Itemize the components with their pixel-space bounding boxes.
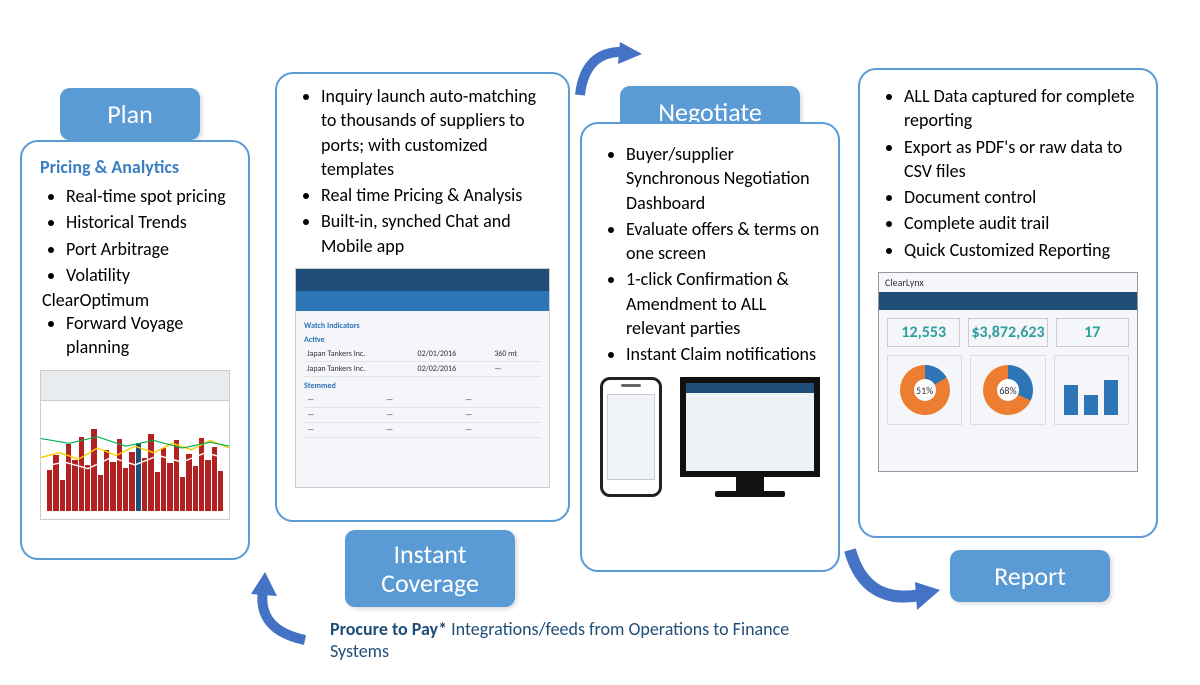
chart-toolbar xyxy=(41,371,229,401)
plan-heading: Pricing & Analytics xyxy=(40,156,230,178)
list-item: Volatility xyxy=(66,263,230,287)
plan-screenshot xyxy=(40,370,230,520)
list-item: Buyer/supplier Synchronous Negotiation D… xyxy=(626,142,820,215)
cell: — xyxy=(304,408,383,423)
cell: — xyxy=(491,362,541,377)
report-screenshot: ClearLynx 12,553 $3,872,623 17 51% 68% xyxy=(878,272,1138,472)
list-item: Port Arbitrage xyxy=(66,237,230,261)
footer-bold: Procure to Pay* xyxy=(330,618,447,640)
instant-screenshot: Watch Indicators Active Japan Tankers In… xyxy=(295,268,550,488)
kpi-row: 12,553 $3,872,623 17 xyxy=(879,310,1137,355)
report-list: ALL Data captured for complete reporting… xyxy=(878,84,1138,262)
active-table: Japan Tankers Inc. 02/01/2016 360 mt Jap… xyxy=(304,347,541,377)
cell: Japan Tankers Inc. xyxy=(304,347,415,362)
cell: — xyxy=(383,408,462,423)
kpi: 17 xyxy=(1056,318,1129,347)
cell: Japan Tankers Inc. xyxy=(304,362,415,377)
phone-screen xyxy=(607,394,655,480)
list-item: Historical Trends xyxy=(66,210,230,234)
app-subnav xyxy=(296,291,549,311)
list-item: Built-in, synched Chat and Mobile app xyxy=(321,209,550,258)
negotiate-devices xyxy=(600,377,820,497)
cell: — xyxy=(304,393,383,408)
report-brand: ClearLynx xyxy=(879,273,1137,292)
plan-card: Pricing & Analytics Real-time spot prici… xyxy=(20,140,250,560)
report-card: ALL Data captured for complete reporting… xyxy=(858,68,1158,538)
monitor-screen xyxy=(686,383,814,471)
cell: 02/01/2016 xyxy=(415,347,492,362)
section-stemmed: Stemmed xyxy=(304,381,541,391)
list-item: ALL Data captured for complete reporting xyxy=(904,84,1138,133)
bars xyxy=(1064,365,1118,415)
plan-clearoptimum: ClearOptimum xyxy=(42,289,230,311)
list-item: Document control xyxy=(904,185,1138,209)
instant-list: Inquiry launch auto-matching to thousand… xyxy=(295,84,550,258)
plan-list: Real-time spot pricing Historical Trends… xyxy=(40,184,230,287)
table-row: ——— xyxy=(304,423,541,438)
list-item: 1-click Confirmation & Amendment to ALL … xyxy=(626,267,820,340)
kpi: $3,872,623 xyxy=(968,318,1047,347)
list-item: Real-time spot pricing xyxy=(66,184,230,208)
stage-report-label: Report xyxy=(950,550,1110,602)
arrow-negotiate-to-report xyxy=(835,540,945,620)
list-item: Quick Customized Reporting xyxy=(904,238,1138,262)
donut-chart: 68% xyxy=(970,355,1045,425)
plan-list2: Forward Voyage planning xyxy=(40,311,230,360)
footer-text: Procure to Pay* Integrations/feeds from … xyxy=(330,618,810,662)
list-item: Export as PDF's or raw data to CSV files xyxy=(904,135,1138,184)
app-navbar xyxy=(296,269,549,291)
cell: — xyxy=(462,423,541,438)
list-item: Real time Pricing & Analysis xyxy=(321,183,550,207)
cell: — xyxy=(383,393,462,408)
cell: — xyxy=(304,423,383,438)
instant-card: Inquiry launch auto-matching to thousand… xyxy=(275,72,570,522)
cell: 360 mt xyxy=(491,347,541,362)
kpi-value: 12,553 xyxy=(890,323,957,342)
kpi-value: 17 xyxy=(1059,323,1126,342)
list-item: Inquiry launch auto-matching to thousand… xyxy=(321,84,550,181)
report-lower: 51% 68% xyxy=(879,355,1137,433)
chart-plot xyxy=(41,401,229,519)
chart-lines xyxy=(41,401,229,495)
kpi-value: $3,872,623 xyxy=(971,323,1044,342)
list-item: Evaluate offers & terms on one screen xyxy=(626,217,820,266)
stage-instant-label: Instant Coverage xyxy=(345,530,515,607)
cell: — xyxy=(383,423,462,438)
kpi: 12,553 xyxy=(887,318,960,347)
list-item: Forward Voyage planning xyxy=(66,311,230,360)
donut-pct: 51% xyxy=(900,365,950,415)
monitor-mock xyxy=(680,377,820,497)
list-item: Instant Claim notifications xyxy=(626,342,820,366)
cell: — xyxy=(462,393,541,408)
table-row: Japan Tankers Inc. 02/02/2016 — xyxy=(304,362,541,377)
negotiate-list: Buyer/supplier Synchronous Negotiation D… xyxy=(600,142,820,367)
cell: — xyxy=(462,408,541,423)
report-navbar xyxy=(879,292,1137,310)
donut-pct: 68% xyxy=(983,365,1033,415)
stage-plan-label: Plan xyxy=(60,88,200,140)
bar-chart xyxy=(1054,355,1129,425)
phone-mock xyxy=(600,377,662,497)
section-watch: Watch Indicators xyxy=(304,321,541,331)
negotiate-card: Buyer/supplier Synchronous Negotiation D… xyxy=(580,122,840,572)
stemmed-table: ——— ——— ——— xyxy=(304,393,541,438)
list-item: Complete audit trail xyxy=(904,211,1138,235)
table-row: Japan Tankers Inc. 02/01/2016 360 mt xyxy=(304,347,541,362)
section-active: Active xyxy=(304,335,541,345)
donut-chart: 51% xyxy=(887,355,962,425)
app-body: Watch Indicators Active Japan Tankers In… xyxy=(296,311,549,444)
arrow-footer-to-instant xyxy=(245,570,325,650)
table-row: ——— xyxy=(304,393,541,408)
cell: 02/02/2016 xyxy=(415,362,492,377)
table-row: ——— xyxy=(304,408,541,423)
